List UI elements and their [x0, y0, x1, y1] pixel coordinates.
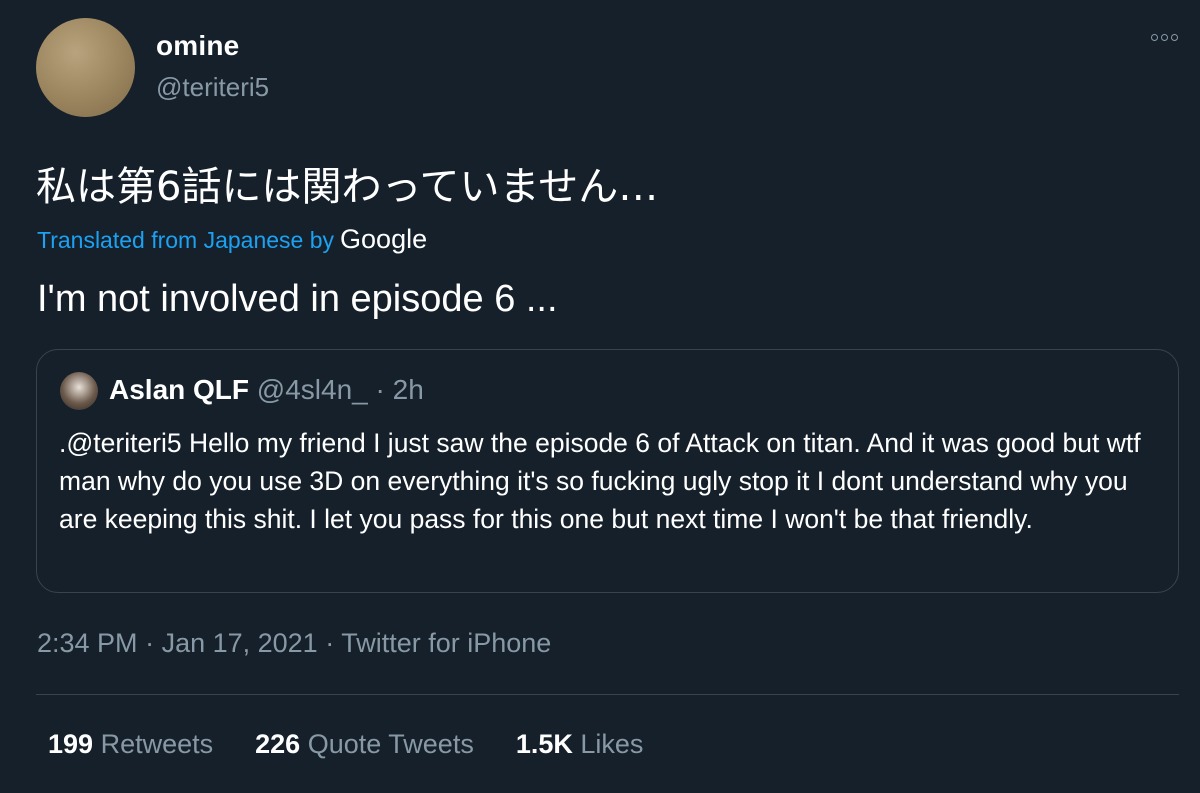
meta-separator: · [137, 628, 162, 658]
translation-attribution: Translated from Japanese by Google [37, 224, 427, 255]
quotes-label: Quote Tweets [307, 729, 474, 759]
divider [36, 694, 1179, 695]
likes-stat[interactable]: 1.5K Likes [516, 729, 644, 760]
quoted-tweet-header: Aslan QLF @4sl4n_ · 2h [109, 374, 424, 406]
tweet-metadata: 2:34 PM · Jan 17, 2021 · Twitter for iPh… [37, 628, 551, 659]
author-avatar[interactable] [36, 18, 135, 117]
quoted-time: 2h [392, 374, 424, 405]
quoted-tweet-card[interactable]: Aslan QLF @4sl4n_ · 2h .@teriteri5 Hello… [36, 349, 1179, 593]
quoted-author-handle: @4sl4n_ [256, 374, 368, 405]
retweets-stat[interactable]: 199 Retweets [48, 729, 213, 760]
meta-separator: · [317, 628, 342, 658]
quotes-count: 226 [255, 729, 301, 759]
tweet-original-text: 私は第6話には関わっていません… [36, 164, 659, 210]
likes-label: Likes [580, 729, 644, 759]
quoted-author-name: Aslan QLF [109, 374, 250, 405]
google-logo: Google [340, 224, 428, 254]
author-name[interactable]: omine [156, 30, 239, 62]
quoted-separator: · [367, 374, 393, 405]
tweet-translated-text: I'm not involved in episode 6 ... [37, 278, 558, 320]
tweet-source[interactable]: Twitter for iPhone [341, 628, 551, 658]
translated-from-link[interactable]: Translated from Japanese by [37, 227, 334, 253]
tweet-time[interactable]: 2:34 PM [37, 628, 138, 658]
author-handle[interactable]: @teriteri5 [156, 72, 269, 103]
quote-tweets-stat[interactable]: 226 Quote Tweets [255, 729, 474, 760]
tweet-stats: 199 Retweets 226 Quote Tweets 1.5K Likes [48, 729, 643, 760]
tweet-date[interactable]: Jan 17, 2021 [162, 628, 318, 658]
quoted-tweet-text: .@teriteri5 Hello my friend I just saw t… [59, 428, 1141, 534]
retweets-count: 199 [48, 729, 94, 759]
more-dots-icon[interactable] [1151, 34, 1178, 41]
quoted-author-avatar [60, 372, 98, 410]
likes-count: 1.5K [515, 729, 573, 759]
retweets-label: Retweets [100, 729, 214, 759]
